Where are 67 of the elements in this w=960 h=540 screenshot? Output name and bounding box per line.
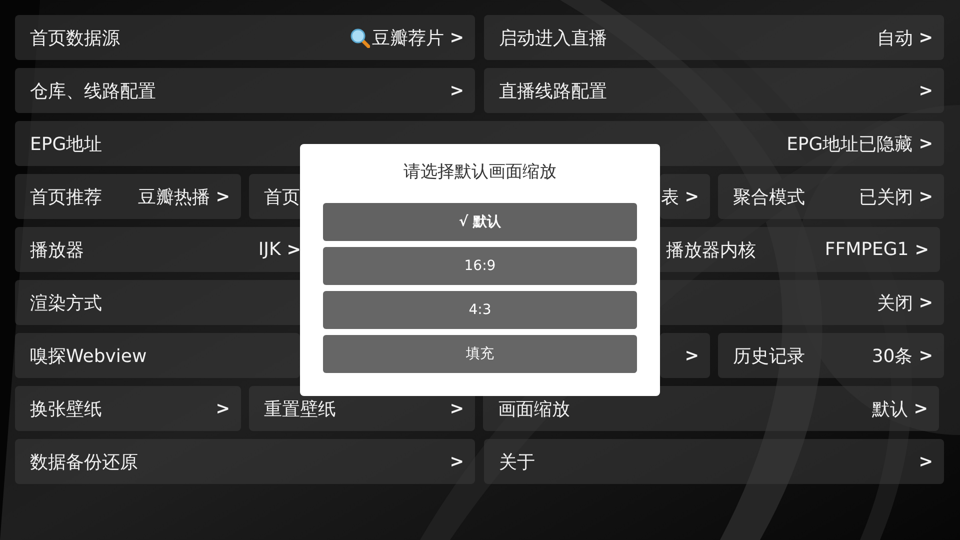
setting-label: 重置壁纸 (264, 398, 336, 420)
option-button[interactable]: 填充 (323, 335, 637, 373)
setting-tile[interactable]: > (660, 333, 710, 378)
setting-value: EPG地址已隐藏 (786, 132, 913, 156)
setting-label: EPG地址 (30, 132, 102, 156)
setting-value: 豆瓣荐片 (372, 26, 444, 50)
setting-tile[interactable]: 表 > (660, 174, 710, 219)
chevron-text: > (450, 398, 464, 418)
chevron-text: > (918, 28, 933, 48)
setting-label: 渲染方式 (30, 292, 102, 314)
magnifier-icon (350, 28, 370, 48)
option-button[interactable]: 4:3 (323, 291, 637, 329)
chevron-text: > (450, 452, 464, 472)
setting-tile[interactable]: 关于 > (484, 439, 944, 484)
setting-label: 画面缩放 (498, 398, 570, 420)
setting-tile[interactable]: 直播线路配置 > (484, 68, 944, 113)
chevron-text: > (216, 186, 230, 206)
setting-label: 关于 (499, 450, 535, 474)
setting-tile[interactable]: 数据备份还原 > (15, 439, 475, 484)
chevron-text: > (684, 346, 699, 366)
chevron-text: > (918, 292, 933, 312)
setting-label: 播放器 (30, 238, 84, 262)
setting-label: 首页推荐 (30, 186, 102, 208)
setting-label: 启动进入直播 (499, 26, 607, 50)
chevron-text: > (684, 186, 699, 206)
setting-tile[interactable]: 聚合模式 已关闭 > (718, 174, 944, 219)
chevron-text: > (914, 240, 929, 260)
setting-value: 表 (660, 186, 679, 208)
setting-tile[interactable]: 换张壁纸 > (15, 386, 241, 431)
setting-label: 换张壁纸 (30, 398, 102, 420)
setting-value: 已关闭 (858, 186, 913, 208)
option-button[interactable]: √ 默认 (323, 203, 637, 241)
setting-value: 豆瓣热播 (138, 186, 210, 208)
chevron-text: > (216, 398, 230, 418)
setting-label: 播放器内核 (666, 238, 756, 262)
setting-value: 自动 (876, 26, 913, 50)
chevron-text: > (286, 240, 301, 260)
setting-tile[interactable]: 历史记录 30条 > (718, 333, 944, 378)
setting-label: 数据备份还原 (30, 450, 138, 474)
chevron-text: > (918, 186, 933, 206)
setting-label: 嗅探Webview (30, 344, 147, 368)
setting-value: FFMPEG1 (824, 239, 909, 260)
setting-tile[interactable]: 画面缩放 默认 > (483, 386, 939, 431)
setting-value: IJK (258, 239, 281, 260)
chevron-text: > (918, 134, 933, 154)
option-button[interactable]: 16:9 (323, 247, 637, 285)
setting-tile[interactable]: 首页 (249, 174, 303, 219)
setting-value: 30条 (872, 344, 913, 368)
setting-label: 聚合模式 (733, 186, 805, 208)
setting-tile[interactable]: 首页数据源 豆瓣荐片 > (15, 15, 475, 60)
setting-label: 仓库、线路配置 (30, 80, 156, 102)
setting-tile[interactable]: 启动进入直播 自动 > (484, 15, 944, 60)
setting-label: 历史记录 (733, 344, 805, 368)
chevron-text: > (450, 80, 464, 100)
setting-tile[interactable]: 仓库、线路配置 > (15, 68, 475, 113)
setting-value: 默认 (872, 398, 908, 420)
chevron-text: > (918, 80, 933, 100)
chevron-text: > (914, 398, 928, 418)
setting-label: 直播线路配置 (499, 80, 607, 102)
setting-label: 首页 (264, 186, 300, 208)
chevron-text: > (918, 452, 933, 472)
setting-tile[interactable]: 嗅探Webview (15, 333, 300, 378)
chevron-text: > (450, 28, 464, 48)
setting-tile[interactable]: 首页推荐 豆瓣热播 > (15, 174, 241, 219)
chevron-text: > (918, 346, 933, 366)
setting-label: 首页数据源 (30, 26, 120, 50)
setting-value: 关闭 (876, 292, 913, 314)
